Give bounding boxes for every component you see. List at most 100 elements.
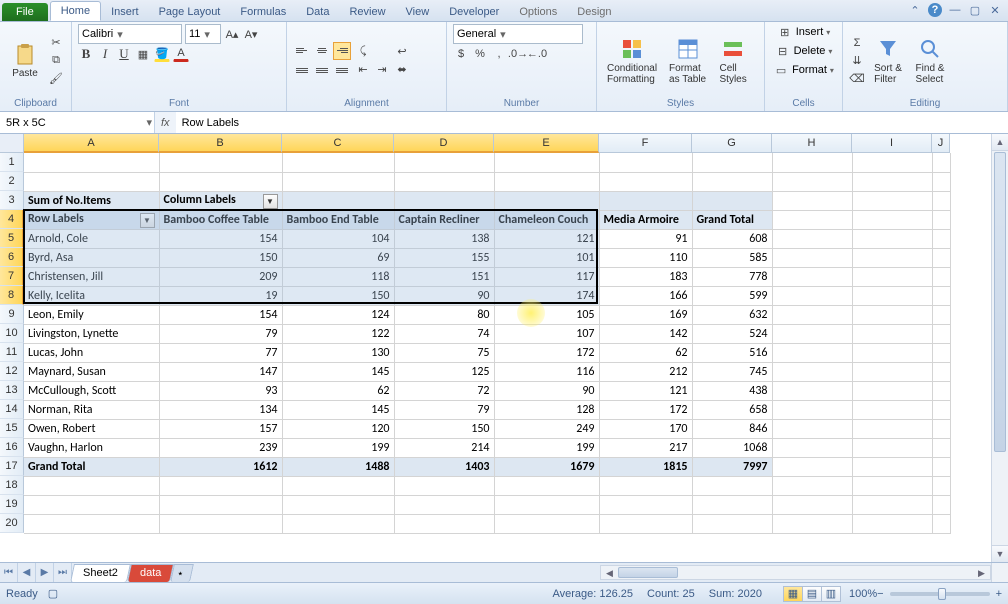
tab-nav-next[interactable]: ▶ — [36, 563, 54, 582]
clear-icon[interactable]: ⌫ — [849, 71, 865, 87]
tab-page-layout[interactable]: Page Layout — [149, 3, 231, 21]
zoom-in-button[interactable]: + — [996, 588, 1002, 600]
tab-insert[interactable]: Insert — [101, 3, 149, 21]
conditional-formatting-button[interactable]: Conditional Formatting — [603, 35, 661, 87]
scroll-left-button[interactable]: ◀ — [601, 566, 618, 579]
insert-cells-button[interactable]: ⊞Insert▾ — [777, 24, 831, 40]
tab-developer[interactable]: Developer — [439, 3, 509, 21]
align-left[interactable] — [293, 62, 311, 80]
name-box[interactable]: 5R x 5C▾ — [0, 112, 155, 133]
tab-nav-last[interactable]: ⏭ — [54, 563, 72, 582]
col-header-C[interactable]: C — [282, 134, 394, 153]
tab-file[interactable]: File — [2, 3, 48, 21]
row-header-4[interactable]: 4 — [0, 210, 24, 229]
row-header-7[interactable]: 7 — [0, 267, 24, 286]
cut-icon[interactable]: ✂ — [48, 35, 64, 51]
chevron-down-icon[interactable]: ▾ — [113, 28, 123, 41]
borders-button[interactable]: ▦ — [135, 46, 151, 62]
tab-home[interactable]: Home — [50, 1, 101, 21]
window-restore-icon[interactable]: ▢ — [968, 3, 982, 17]
tab-formulas[interactable]: Formulas — [230, 3, 296, 21]
col-filter-button[interactable]: ▼ — [263, 194, 278, 209]
increase-indent-icon[interactable]: ⇥ — [374, 62, 390, 78]
new-sheet-button[interactable]: ⋆ — [170, 564, 194, 582]
view-page-layout[interactable]: ▤ — [802, 586, 822, 602]
bold-button[interactable]: B — [78, 46, 94, 62]
sheet-table[interactable]: Sum of No.ItemsColumn Labels▼Row Labels▼… — [24, 153, 951, 534]
cell-styles-button[interactable]: Cell Styles — [714, 35, 752, 87]
fill-color-button[interactable]: 🪣 — [154, 46, 170, 62]
help-icon[interactable]: ? — [928, 3, 942, 17]
window-close-icon[interactable]: ✕ — [988, 3, 1002, 17]
chevron-down-icon[interactable]: ▾ — [200, 28, 210, 41]
percent-format-icon[interactable]: % — [472, 46, 488, 62]
col-header-E[interactable]: E — [494, 134, 599, 153]
col-header-F[interactable]: F — [599, 134, 692, 153]
horizontal-scrollbar[interactable]: ◀ ▶ — [600, 565, 991, 580]
row-header-10[interactable]: 10 — [0, 324, 24, 343]
delete-cells-button[interactable]: ⊟Delete▾ — [775, 43, 833, 59]
scroll-down-button[interactable]: ▼ — [992, 545, 1008, 562]
tab-data[interactable]: Data — [296, 3, 339, 21]
formula-input[interactable]: Row Labels — [176, 112, 1008, 133]
paste-button[interactable]: Paste — [6, 40, 44, 81]
col-header-G[interactable]: G — [692, 134, 772, 153]
vertical-scrollbar[interactable]: ▲ ▼ — [991, 134, 1008, 562]
copy-icon[interactable]: ⧉ — [48, 53, 64, 69]
row-header-14[interactable]: 14 — [0, 400, 24, 419]
view-normal[interactable]: ▦ — [783, 586, 803, 602]
wrap-text-icon[interactable]: ↩ — [394, 44, 410, 60]
col-header-J[interactable]: J — [932, 134, 950, 153]
tab-options[interactable]: Options — [509, 3, 567, 21]
format-as-table-button[interactable]: Format as Table — [665, 35, 710, 87]
format-cells-button[interactable]: ▭Format▾ — [773, 62, 834, 78]
col-header-H[interactable]: H — [772, 134, 852, 153]
find-select-button[interactable]: Find & Select — [911, 35, 949, 87]
zoom-level[interactable]: 100% — [849, 588, 877, 600]
decrease-indent-icon[interactable]: ⇤ — [355, 62, 371, 78]
zoom-thumb[interactable] — [938, 588, 946, 600]
hscroll-thumb[interactable] — [618, 567, 678, 578]
orientation-icon[interactable]: ⤹ — [355, 44, 371, 60]
align-top-center[interactable] — [313, 42, 331, 60]
view-page-break[interactable]: ▥ — [821, 586, 841, 602]
accounting-format-icon[interactable]: $ — [453, 46, 469, 62]
window-minimize-icon[interactable]: — — [948, 3, 962, 17]
underline-button[interactable]: U — [116, 46, 132, 62]
tab-design[interactable]: Design — [567, 3, 621, 21]
scroll-thumb[interactable] — [994, 152, 1006, 452]
font-size-combo[interactable]: 11▾ — [185, 24, 221, 44]
tab-view[interactable]: View — [396, 3, 440, 21]
align-right[interactable] — [333, 62, 351, 80]
row-header-5[interactable]: 5 — [0, 229, 24, 248]
row-header-19[interactable]: 19 — [0, 495, 24, 514]
select-all-button[interactable] — [0, 134, 24, 153]
font-name-combo[interactable]: Calibri▾ — [78, 24, 182, 44]
row-header-18[interactable]: 18 — [0, 476, 24, 495]
font-color-button[interactable]: A — [173, 46, 189, 62]
col-header-I[interactable]: I — [852, 134, 932, 153]
tab-review[interactable]: Review — [339, 3, 395, 21]
align-top-right[interactable] — [333, 42, 351, 60]
row-filter-button[interactable]: ▼ — [140, 213, 155, 228]
align-center[interactable] — [313, 62, 331, 80]
number-format-combo[interactable]: General▾ — [453, 24, 583, 44]
scroll-right-button[interactable]: ▶ — [973, 566, 990, 579]
sort-filter-button[interactable]: Sort & Filter — [869, 35, 907, 87]
row-header-20[interactable]: 20 — [0, 514, 24, 533]
fill-icon[interactable]: ⇊ — [849, 53, 865, 69]
chevron-down-icon[interactable]: ▾ — [496, 28, 506, 41]
row-header-15[interactable]: 15 — [0, 419, 24, 438]
row-header-11[interactable]: 11 — [0, 343, 24, 362]
fx-icon[interactable]: fx — [161, 117, 170, 129]
decrease-font-icon[interactable]: A▾ — [243, 26, 259, 42]
macro-record-icon[interactable]: ▢ — [48, 587, 58, 600]
comma-format-icon[interactable]: , — [491, 46, 507, 62]
col-header-A[interactable]: A — [24, 134, 159, 153]
decrease-decimal-icon[interactable]: ←.0 — [529, 46, 545, 62]
format-painter-icon[interactable]: 🖌 — [48, 71, 64, 87]
align-top-left[interactable] — [293, 42, 311, 60]
increase-font-icon[interactable]: A▴ — [224, 26, 240, 42]
chevron-down-icon[interactable]: ▾ — [146, 116, 152, 129]
sheet-tab-active[interactable]: Sheet2 — [70, 564, 131, 582]
